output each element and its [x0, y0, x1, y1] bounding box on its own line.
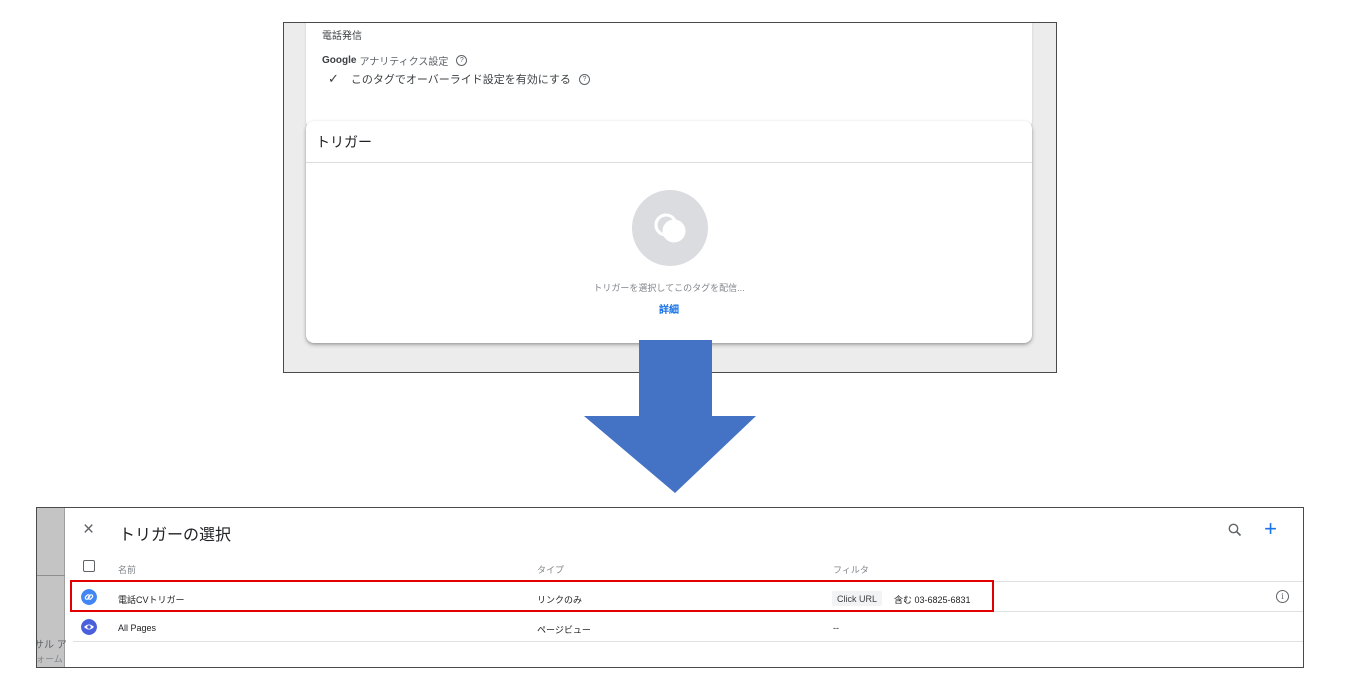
background-text: サル ア	[36, 640, 67, 651]
detail-link[interactable]: 詳細	[306, 301, 1032, 316]
help-icon[interactable]: ?	[578, 73, 590, 85]
trigger-card-title: トリガー	[306, 121, 1032, 163]
trigger-placeholder-icon[interactable]	[632, 190, 708, 266]
trigger-picker-screenshot: サル ア ォーム × トリガーの選択 + 名前 タイプ フィルタ 電話CVトリガ…	[36, 507, 1304, 668]
filter-condition: --	[833, 623, 839, 633]
column-header-filter[interactable]: フィルタ	[833, 563, 869, 576]
help-icon[interactable]: ?	[456, 55, 468, 66]
ga-settings-label: Google アナリティクス設定 ?	[322, 53, 468, 68]
highlight-box	[70, 580, 994, 612]
trigger-type: ページビュー	[537, 625, 591, 635]
column-header-name[interactable]: 名前	[118, 563, 136, 576]
override-setting: ✓ このタグでオーバーライド設定を有効にする ?	[328, 71, 590, 87]
background-text: ォーム	[36, 654, 63, 664]
close-icon[interactable]: ×	[83, 520, 94, 540]
tag-config-card: 電話発信 Google アナリティクス設定 ? ✓ このタグでオーバーライド設定…	[306, 23, 1032, 129]
column-header-type[interactable]: タイプ	[537, 563, 564, 576]
tag-name: 電話発信	[322, 31, 362, 42]
override-label: このタグでオーバーライド設定を有効にする	[350, 74, 571, 86]
add-icon[interactable]: +	[1264, 516, 1277, 542]
tag-config-screenshot: 電話発信 Google アナリティクス設定 ? ✓ このタグでオーバーライド設定…	[283, 22, 1057, 373]
table-row[interactable]	[73, 612, 1303, 642]
table-header	[73, 554, 1303, 582]
panel-title: トリガーの選択	[119, 527, 232, 544]
search-icon[interactable]	[1227, 522, 1243, 538]
info-icon[interactable]: i	[1276, 590, 1289, 603]
select-all-checkbox[interactable]	[83, 560, 95, 572]
trigger-empty-text: トリガーを選択してこのタグを配信...	[593, 283, 745, 293]
ga-brand: Google	[322, 55, 357, 66]
ga-settings-text: アナリティクス設定	[359, 57, 449, 68]
trigger-name[interactable]: All Pages	[118, 623, 156, 633]
checkmark-icon: ✓	[328, 71, 339, 86]
down-arrow-icon	[584, 340, 756, 493]
eye-icon	[81, 619, 97, 635]
trigger-card[interactable]: トリガー トリガーを選択してこのタグを配信... 詳細	[306, 121, 1032, 343]
